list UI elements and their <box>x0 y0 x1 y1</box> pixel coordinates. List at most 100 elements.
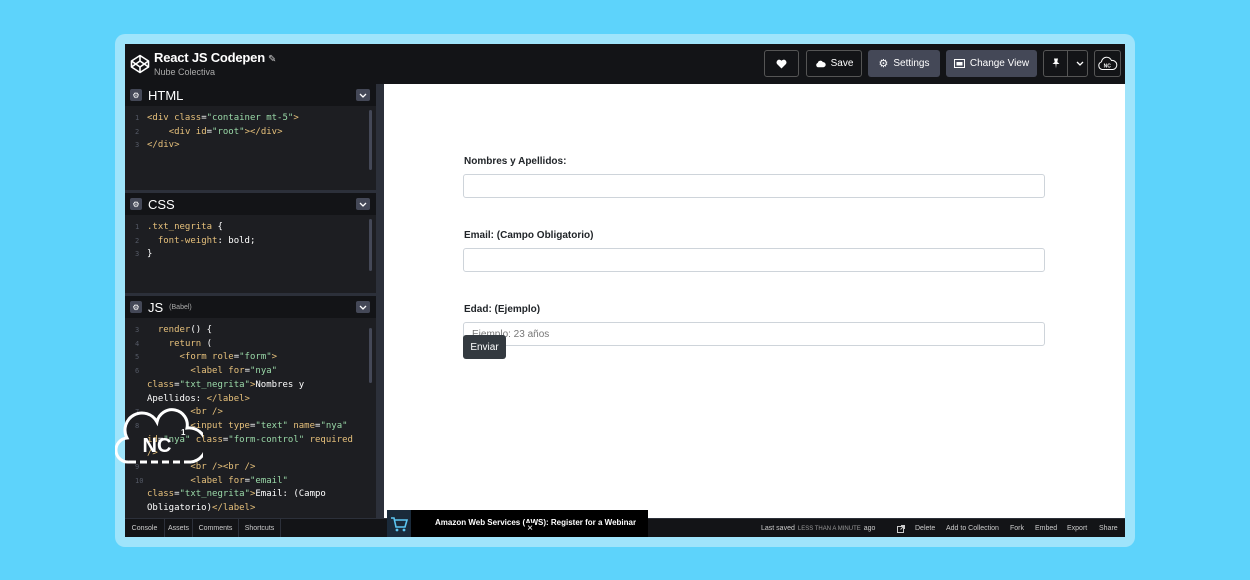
code-text: <label for="nya" <box>147 365 277 379</box>
chevron-down-icon[interactable] <box>1073 61 1087 66</box>
code-line[interactable]: 2 <div id="root"></div> <box>125 126 376 140</box>
fork-link[interactable]: Fork <box>1010 519 1024 537</box>
js-settings-gear-icon[interactable]: ⚙ <box>130 301 142 313</box>
svg-text:NC: NC <box>143 435 172 457</box>
age-label: Edad: (Ejemplo) <box>464 304 541 315</box>
name-input[interactable] <box>463 174 1045 198</box>
ad-text[interactable]: Amazon Web Services (AWS): Register for … <box>435 518 636 527</box>
code-text: class="txt_negrita">Email: (Campo <box>147 488 326 502</box>
code-token: <form <box>179 352 213 363</box>
code-token: "container mt-5" <box>206 113 294 123</box>
code-token: class <box>174 113 202 123</box>
line-number: 2 <box>135 127 140 136</box>
email-input[interactable] <box>463 248 1045 272</box>
settings-button[interactable]: ⚙ Settings <box>868 50 940 77</box>
js-editor-panel: ⚙ JS (Babel) 3 render() {4 return (5 <fo… <box>125 296 376 518</box>
js-editor-header: ⚙ JS (Babel) <box>125 296 376 318</box>
save-button[interactable]: Save <box>806 50 862 77</box>
js-editor-title: JS <box>148 299 164 315</box>
html-editor-header: ⚙ HTML <box>125 84 376 106</box>
code-line[interactable]: class="txt_negrita">Email: (Campo <box>125 488 376 502</box>
code-line[interactable]: 2 font-weight: bold; <box>125 235 376 249</box>
ad-banner[interactable]: Amazon Web Services (AWS): Register for … <box>387 510 648 537</box>
code-text: </div> <box>147 139 180 153</box>
codepen-app: React JS Codepen ✎ Nube Colectiva Save ⚙ … <box>125 44 1125 537</box>
html-scrollbar[interactable] <box>369 110 372 170</box>
code-line[interactable]: 10 <label for="email" <box>125 475 376 489</box>
js-collapse-chevron-icon[interactable] <box>356 301 370 313</box>
code-line[interactable]: 3 </div> <box>125 139 376 153</box>
code-token: Email: (Campo <box>255 489 326 500</box>
export-link[interactable]: Export <box>1067 519 1087 537</box>
code-token: () { <box>190 325 213 335</box>
code-line[interactable]: class="txt_negrita">Nombres y <box>125 379 376 393</box>
code-token: "email" <box>249 475 288 486</box>
change-view-button[interactable]: Change View <box>946 50 1037 77</box>
code-line[interactable]: 5 <form role="form"> <box>125 351 376 365</box>
submit-button[interactable]: Enviar <box>463 335 506 359</box>
code-token: "root" <box>212 126 245 137</box>
code-token: ( <box>201 338 213 349</box>
code-token: "nya" <box>320 420 348 431</box>
pen-title[interactable]: React JS Codepen ✎ <box>154 50 276 65</box>
code-line[interactable]: 1 <div class="container mt-5"> <box>125 112 376 126</box>
code-text: font-weight: bold; <box>147 235 256 249</box>
css-settings-gear-icon[interactable]: ⚙ <box>130 198 142 210</box>
shortcuts-tab[interactable]: Shortcuts <box>239 519 281 537</box>
html-settings-gear-icon[interactable]: ⚙ <box>130 89 142 101</box>
age-input[interactable] <box>463 322 1045 346</box>
code-token: Obligatorio) <box>147 503 213 514</box>
user-avatar[interactable]: NC <box>1094 50 1121 77</box>
heart-icon <box>776 59 787 69</box>
code-token: id <box>195 126 207 137</box>
code-token: class <box>147 379 175 390</box>
code-line[interactable]: 6 <label for="nya" <box>125 365 376 379</box>
css-code-area[interactable]: 1 .txt_negrita {2 font-weight: bold; 3} <box>125 215 376 271</box>
delete-link[interactable]: Delete <box>915 519 935 537</box>
code-line[interactable]: 3} <box>125 248 376 262</box>
js-scrollbar[interactable] <box>369 328 372 383</box>
open-external-icon[interactable] <box>897 519 905 537</box>
pin-button[interactable] <box>1043 50 1088 77</box>
code-token: </label> <box>206 393 250 404</box>
pin-icon[interactable] <box>1044 51 1069 76</box>
code-line[interactable]: 1 .txt_negrita { <box>125 221 376 235</box>
codepen-logo-icon[interactable] <box>130 54 150 74</box>
css-collapse-chevron-icon[interactable] <box>356 198 370 210</box>
css-scrollbar[interactable] <box>369 219 372 271</box>
html-collapse-chevron-icon[interactable] <box>356 89 370 101</box>
svg-text:1: 1 <box>181 428 186 437</box>
line-number: 3 <box>135 326 140 334</box>
console-tab[interactable]: Console <box>125 519 165 537</box>
edit-pencil-icon[interactable]: ✎ <box>268 54 276 65</box>
embed-link[interactable]: Embed <box>1035 519 1057 537</box>
code-token: : bold; <box>217 235 256 246</box>
code-line[interactable]: Obligatorio)</label> <box>125 502 376 516</box>
code-token: return <box>168 338 202 349</box>
line-number: 1 <box>135 114 140 122</box>
html-code-area[interactable]: 1 <div class="container mt-5"> 2 <div id="… <box>125 106 376 170</box>
comments-tab[interactable]: Comments <box>193 519 239 537</box>
ad-close-button[interactable]: × <box>525 523 535 535</box>
email-label: Email: (Campo Obligatorio) <box>464 230 594 241</box>
line-number: 3 <box>135 141 140 150</box>
code-token: > <box>271 352 278 363</box>
gear-icon: ⚙ <box>878 58 889 70</box>
line-number: 5 <box>135 353 140 362</box>
code-text: render() { <box>147 324 212 338</box>
pen-author[interactable]: Nube Colectiva <box>154 67 215 77</box>
share-link[interactable]: Share <box>1099 519 1118 537</box>
code-token: "form" <box>239 352 272 363</box>
code-line[interactable]: 4 return ( <box>125 338 376 352</box>
code-line[interactable]: 3 render() { <box>125 324 376 338</box>
html-editor-title: HTML <box>148 87 184 103</box>
assets-tab[interactable]: Assets <box>165 519 193 537</box>
resize-divider[interactable] <box>376 84 384 518</box>
love-button[interactable] <box>764 50 799 77</box>
code-line[interactable]: Apellidos: </label> <box>125 393 376 407</box>
code-token: for <box>228 366 245 377</box>
add-to-collection-link[interactable]: Add to Collection <box>946 519 999 537</box>
